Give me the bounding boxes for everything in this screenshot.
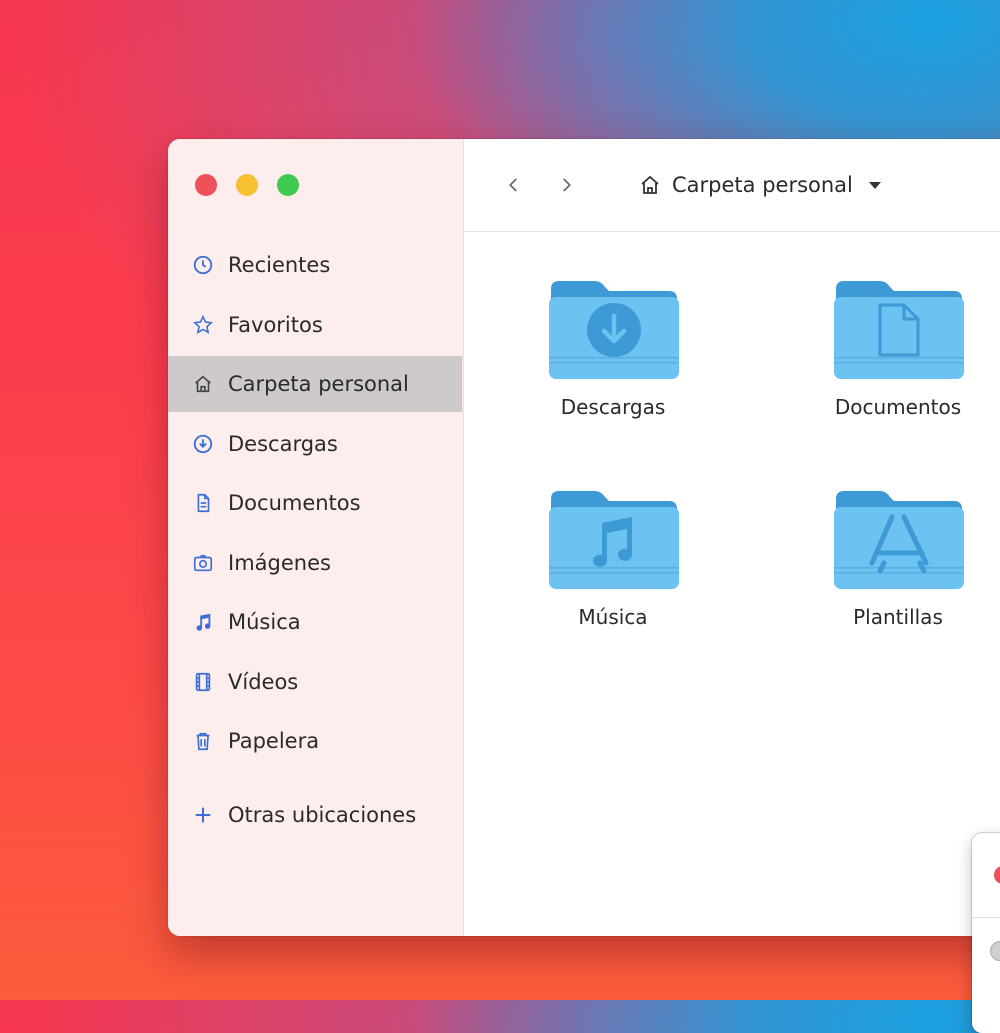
maximize-button[interactable] xyxy=(277,174,299,196)
music-folder-icon xyxy=(549,491,679,589)
background-window[interactable] xyxy=(972,833,1000,1033)
forward-button[interactable] xyxy=(548,167,584,203)
folder-documentos[interactable]: Documentos xyxy=(803,269,993,419)
app-store-folder-icon xyxy=(834,491,964,589)
sidebar-item-label: Imágenes xyxy=(228,550,331,575)
header-bar: Carpeta personal xyxy=(464,139,1000,232)
window-controls xyxy=(195,174,299,196)
sidebar-item-otras-ubicaciones[interactable]: Otras ubicaciones xyxy=(168,787,463,843)
sidebar-item-documentos[interactable]: Documentos xyxy=(168,475,463,531)
home-icon xyxy=(190,371,216,397)
sidebar-item-label: Recientes xyxy=(228,253,331,277)
sidebar-item-descargas[interactable]: Descargas xyxy=(168,416,463,472)
close-button[interactable] xyxy=(195,174,217,196)
path-bar-button[interactable]: Carpeta personal xyxy=(638,173,883,197)
background-window-divider xyxy=(972,917,1000,918)
main-content: Carpeta personal Descargas Documentos Mú… xyxy=(464,139,1000,936)
caret-down-icon xyxy=(868,182,881,189)
sidebar-item-label: Papelera xyxy=(228,729,320,753)
background-window-close-button[interactable] xyxy=(994,866,1000,884)
sidebar-item-label: Documentos xyxy=(228,491,361,515)
document-folder-icon xyxy=(834,281,964,379)
other-locations-section: Otras ubicaciones xyxy=(168,787,463,847)
sidebar-item-recientes[interactable]: Recientes xyxy=(168,237,463,293)
download-folder-icon xyxy=(549,281,679,379)
sidebar: Recientes Favoritos Carpeta personal Des… xyxy=(168,139,464,936)
sidebar-item-label: Carpeta personal xyxy=(228,372,409,396)
music-note-icon xyxy=(190,609,216,635)
sidebar-item-musica[interactable]: Música xyxy=(168,594,463,650)
sidebar-item-label: Vídeos xyxy=(228,669,299,694)
star-icon xyxy=(190,312,216,338)
download-icon xyxy=(190,431,216,457)
sidebar-item-favoritos[interactable]: Favoritos xyxy=(168,297,463,353)
chevron-right-icon xyxy=(563,178,571,192)
plus-icon xyxy=(190,802,216,828)
folder-label: Música xyxy=(578,605,648,629)
background-window-radio[interactable] xyxy=(990,941,1000,961)
sidebar-item-label: Descargas xyxy=(228,431,338,456)
folder-label: Descargas xyxy=(560,395,666,419)
sidebar-item-videos[interactable]: Vídeos xyxy=(168,654,463,710)
file-manager-window: Recientes Favoritos Carpeta personal Des… xyxy=(168,139,1000,936)
sidebar-item-label: Otras ubicaciones xyxy=(228,803,417,827)
sidebar-item-label: Favoritos xyxy=(228,312,323,337)
sidebar-places-list: Recientes Favoritos Carpeta personal Des… xyxy=(168,237,463,773)
folder-label: Documentos xyxy=(834,395,962,419)
path-bar-label: Carpeta personal xyxy=(672,173,853,197)
sidebar-item-carpeta-personal[interactable]: Carpeta personal xyxy=(168,356,462,412)
sidebar-item-imagenes[interactable]: Imágenes xyxy=(168,535,463,591)
folder-plantillas[interactable]: Plantillas xyxy=(803,479,993,629)
minimize-button[interactable] xyxy=(236,174,258,196)
trash-icon xyxy=(190,728,216,754)
chevron-left-icon xyxy=(509,178,517,192)
camera-icon xyxy=(190,550,216,576)
document-icon xyxy=(190,490,216,516)
sidebar-item-papelera[interactable]: Papelera xyxy=(168,713,463,769)
folder-musica[interactable]: Música xyxy=(518,479,708,629)
sidebar-item-label: Música xyxy=(228,610,301,634)
clock-icon xyxy=(190,252,216,278)
back-button[interactable] xyxy=(496,167,532,203)
film-icon xyxy=(190,669,216,695)
home-icon xyxy=(641,175,659,194)
folder-descargas[interactable]: Descargas xyxy=(518,269,708,419)
folder-label: Plantillas xyxy=(853,605,943,629)
